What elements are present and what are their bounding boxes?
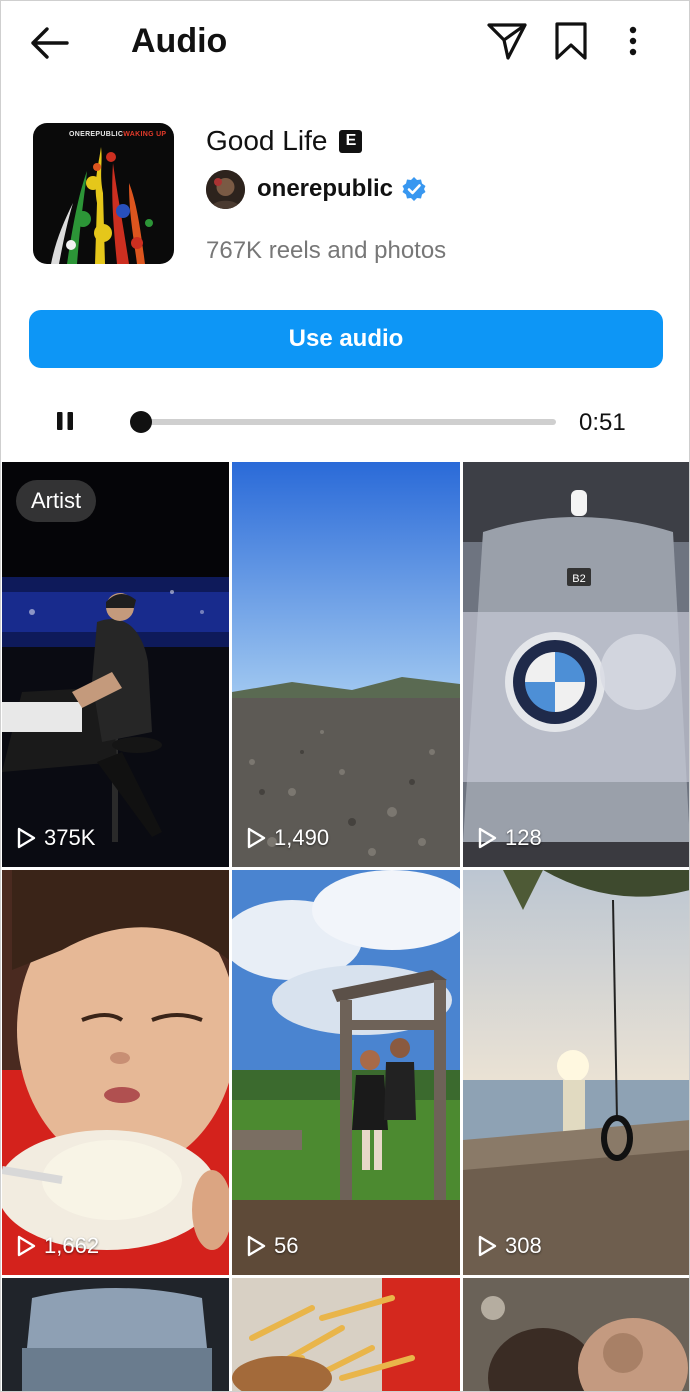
reel-thumbnail <box>2 1278 229 1391</box>
album-cover: ONEREPUBLICWAKING UP <box>33 123 174 264</box>
reel-tile[interactable]: 308 <box>463 870 689 1275</box>
save-button[interactable] <box>545 15 597 67</box>
reel-thumbnail <box>2 462 229 867</box>
more-vertical-icon <box>629 26 637 56</box>
more-options-button[interactable] <box>607 15 659 67</box>
avatar <box>206 169 245 209</box>
pause-button[interactable] <box>45 401 85 441</box>
view-count: 1,662 <box>16 1233 99 1259</box>
explicit-badge: E <box>339 129 363 153</box>
play-icon <box>16 827 36 849</box>
reel-tile[interactable] <box>463 1278 689 1391</box>
reels-count: 767K reels and photos <box>206 237 447 264</box>
back-arrow-icon <box>31 27 69 59</box>
progress-knob[interactable] <box>130 411 153 433</box>
play-icon <box>246 1235 266 1257</box>
play-icon <box>246 827 266 849</box>
page-title: Audio <box>131 22 228 60</box>
audio-progress-slider[interactable] <box>130 411 556 433</box>
view-count-label: 308 <box>505 1233 542 1258</box>
verified-badge-icon <box>401 176 427 202</box>
view-count: 308 <box>477 1233 542 1259</box>
time-remaining: 0:51 <box>579 409 626 436</box>
reel-thumbnail: B2 <box>463 462 689 867</box>
top-bar: Audio <box>1 1 689 83</box>
bookmark-icon <box>555 22 587 60</box>
reel-tile[interactable]: 1,662 <box>2 870 229 1275</box>
reel-thumbnail <box>463 870 689 1275</box>
reel-thumbnail <box>463 1278 689 1391</box>
view-count-label: 56 <box>274 1233 299 1258</box>
reel-tile[interactable]: 56 <box>232 870 460 1275</box>
artist-name: onerepublic <box>257 175 394 202</box>
reel-tile[interactable]: B2 128 <box>463 462 689 867</box>
use-audio-button[interactable]: Use audio <box>29 310 663 368</box>
reel-thumbnail <box>232 870 460 1275</box>
reel-tile[interactable]: 1,490 <box>232 462 460 867</box>
song-title-row: Good Life E <box>206 121 363 161</box>
send-icon <box>487 23 527 60</box>
view-count: 56 <box>246 1233 298 1259</box>
play-icon <box>477 1235 497 1257</box>
reel-thumbnail <box>232 1278 460 1391</box>
view-count-label: 1,662 <box>44 1233 100 1258</box>
back-button[interactable] <box>21 15 77 71</box>
reel-thumbnail <box>232 462 460 867</box>
artist-badge: Artist <box>16 480 97 522</box>
artist-link[interactable]: onerepublic <box>206 169 427 209</box>
svg-text:B2: B2 <box>572 573 585 585</box>
reel-tile[interactable] <box>2 1278 229 1391</box>
song-title: Good Life <box>206 125 328 156</box>
view-count-label: 375K <box>44 825 96 850</box>
reel-thumbnail <box>2 870 229 1275</box>
play-icon <box>477 827 497 849</box>
view-count: 128 <box>477 825 542 851</box>
share-button[interactable] <box>481 15 533 67</box>
reel-tile[interactable]: Artist 375K <box>2 462 229 867</box>
view-count-label: 1,490 <box>274 825 330 850</box>
reel-tile[interactable] <box>232 1278 460 1391</box>
audio-page: Audio ONEREPUBLICWAKING UP Good Life E o… <box>0 0 690 1392</box>
play-icon <box>16 1235 36 1257</box>
album-art-image <box>51 147 153 264</box>
view-count: 1,490 <box>246 825 329 851</box>
view-count-label: 128 <box>505 825 542 850</box>
pause-icon <box>57 412 73 430</box>
view-count: 375K <box>16 825 95 851</box>
